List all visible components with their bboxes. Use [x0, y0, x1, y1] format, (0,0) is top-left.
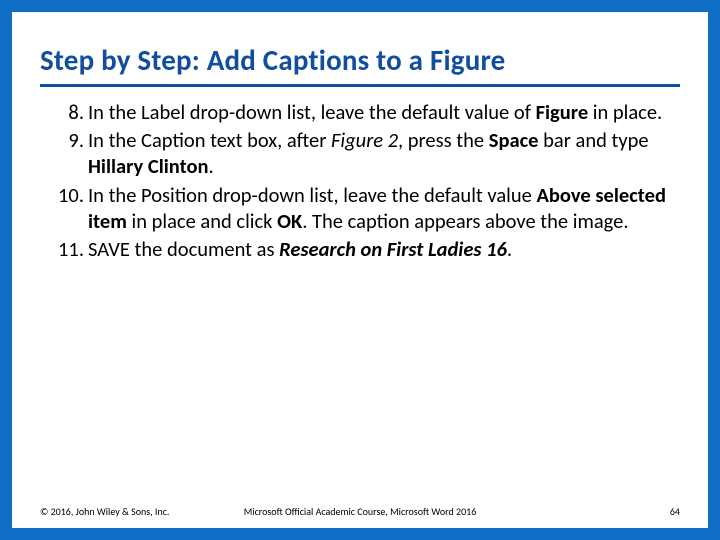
italic: Figure 2: [331, 127, 398, 153]
step-list: In the Label drop-down list, leave the d…: [40, 99, 680, 262]
step-9: In the Caption text box, after Figure 2,…: [88, 127, 680, 179]
title-rule: [40, 84, 680, 87]
text: .: [209, 153, 214, 179]
course-label: Microsoft Official Academic Course, Micr…: [244, 505, 477, 518]
text: .: [507, 236, 512, 262]
text: in place.: [588, 99, 662, 125]
step-10: In the Position drop-down list, leave th…: [88, 182, 680, 234]
text: SAVE the document as: [88, 236, 279, 262]
step-11: SAVE the document as Research on First L…: [88, 236, 680, 262]
text: in place and click: [127, 208, 277, 234]
text: In the Label drop-down list, leave the d…: [88, 99, 536, 125]
slide-inner: Step by Step: Add Captions to a Figure I…: [12, 12, 708, 528]
footer: © 2016, John Wiley & Sons, Inc. Microsof…: [40, 505, 680, 518]
bold: Space: [489, 127, 539, 153]
bold: Figure: [536, 99, 589, 125]
bold-italic: Research on First Ladies 16: [279, 236, 507, 262]
slide-title: Step by Step: Add Captions to a Figure: [40, 42, 680, 78]
slide-frame: Step by Step: Add Captions to a Figure I…: [0, 0, 720, 540]
copyright: © 2016, John Wiley & Sons, Inc.: [40, 505, 169, 518]
bold: OK: [277, 208, 302, 234]
text: . The caption appears above the image.: [302, 208, 628, 234]
text: In the Position drop-down list, leave th…: [88, 182, 537, 208]
text: bar and type: [539, 127, 649, 153]
bold: Hillary Clinton: [88, 153, 209, 179]
text: In the Caption text box, after: [88, 127, 331, 153]
text: , press the: [398, 127, 489, 153]
page-number: 64: [670, 505, 680, 518]
step-8: In the Label drop-down list, leave the d…: [88, 99, 680, 125]
